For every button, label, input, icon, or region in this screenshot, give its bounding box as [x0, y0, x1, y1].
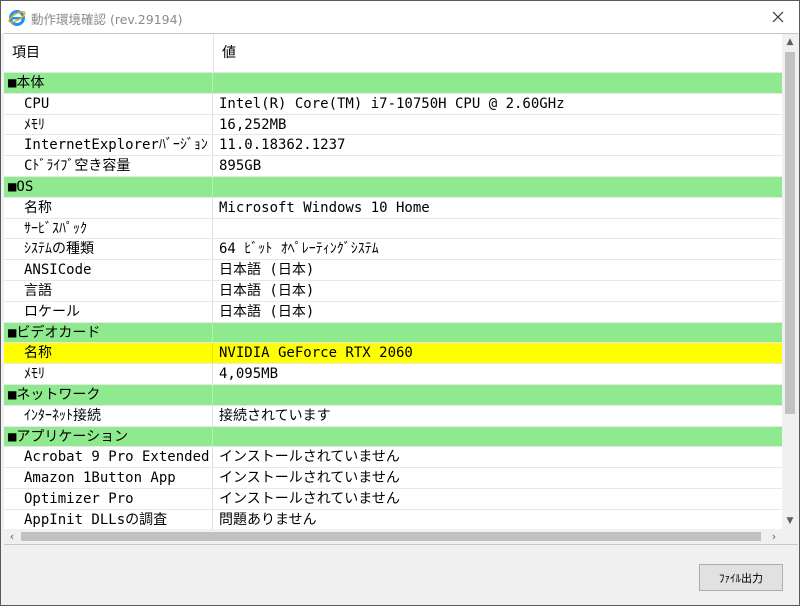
section-header-row[interactable]: ■ネットワーク — [4, 384, 782, 406]
row-item-label: ｼｽﾃﾑの種類 — [4, 239, 213, 260]
horizontal-scrollbar[interactable]: ‹ › — [4, 529, 782, 544]
row-item-value: インストールされていません — [219, 470, 400, 487]
row-item-value: インストールされていません — [219, 449, 400, 466]
row-item-label: CPU — [4, 93, 213, 114]
row-item-value — [214, 323, 782, 343]
row-item-value — [214, 177, 782, 197]
scroll-corner — [782, 529, 798, 544]
row-item-label: ｲﾝﾀｰﾈｯﾄ接続 — [4, 405, 213, 426]
close-button[interactable] — [763, 5, 793, 29]
scroll-left-arrow-icon[interactable]: ‹ — [4, 529, 20, 544]
environment-list-frame: 項目 値 ■本体 CPU Intel(R) Core(TM) i7-10750H C… — [4, 33, 798, 545]
row-item-value: 日本語 (日本) — [219, 282, 315, 299]
row-item-label: Cﾄﾞﾗｲﾌﾞ空き容量 — [4, 156, 213, 176]
table-row[interactable]: 名称 Microsoft Windows 10 Home — [4, 197, 782, 219]
section-header-row[interactable]: ■OS — [4, 176, 782, 198]
column-divider[interactable] — [213, 34, 214, 72]
table-row[interactable]: InternetExplorerﾊﾞｰｼﾞｮﾝ 11.0.18362.1237 — [4, 135, 782, 157]
table-row[interactable]: ｻｰﾋﾞｽﾊﾟｯｸ — [4, 218, 782, 240]
row-item-value: 日本語 (日本) — [219, 303, 315, 320]
vertical-scroll-thumb[interactable] — [785, 52, 795, 414]
row-item-value: 11.0.18362.1237 — [219, 137, 346, 154]
close-icon — [772, 8, 784, 27]
table-row[interactable]: 名称 NVIDIA GeForce RTX 2060 — [4, 343, 782, 365]
scroll-right-arrow-icon[interactable]: › — [766, 529, 782, 544]
table-row[interactable]: Amazon 1Button App インストールされていません — [4, 468, 782, 489]
table-row[interactable]: Acrobat 9 Pro Extended インストールされていません — [4, 447, 782, 469]
internet-explorer-icon — [8, 8, 26, 26]
table-row[interactable]: Optimizer Pro インストールされていません — [4, 488, 782, 510]
row-item-label: ロケール — [4, 301, 213, 322]
section-header-row[interactable]: ■ビデオカード — [4, 322, 782, 344]
table-row[interactable]: ﾒﾓﾘ 4,095MB — [4, 364, 782, 385]
row-item-label: ﾒﾓﾘ — [4, 114, 213, 135]
table-row[interactable]: CPU Intel(R) Core(TM) i7-10750H CPU @ 2.6… — [4, 93, 782, 115]
row-item-label: ﾒﾓﾘ — [4, 364, 213, 384]
row-item-value — [214, 219, 782, 239]
row-item-label: ■本体 — [4, 73, 213, 93]
row-item-label: ■アプリケーション — [4, 426, 213, 447]
row-item-value: 4,095MB — [219, 366, 279, 383]
row-item-label: ■ビデオカード — [4, 322, 213, 343]
table-row[interactable]: ロケール 日本語 (日本) — [4, 301, 782, 323]
row-item-label: ■OS — [4, 176, 213, 197]
title-bar[interactable]: 動作環境確認 (rev.29194) — [1, 1, 799, 33]
scroll-up-arrow-icon[interactable]: ▲ — [782, 34, 798, 50]
file-export-button[interactable]: ﾌｧｲﾙ出力 — [699, 564, 783, 591]
row-item-label: InternetExplorerﾊﾞｰｼﾞｮﾝ — [4, 135, 213, 156]
row-item-label: 名称 — [4, 343, 213, 364]
table-row[interactable]: Cﾄﾞﾗｲﾌﾞ空き容量 895GB — [4, 156, 782, 177]
row-item-label: 名称 — [4, 197, 213, 218]
horizontal-scroll-thumb[interactable] — [21, 532, 761, 541]
row-item-value — [214, 73, 782, 93]
row-item-label: 言語 — [4, 280, 213, 301]
list-header: 項目 値 — [4, 34, 782, 73]
row-item-label: Acrobat 9 Pro Extended — [4, 447, 213, 468]
row-item-label: ｻｰﾋﾞｽﾊﾟｯｸ — [4, 218, 213, 239]
row-item-label: Optimizer Pro — [4, 488, 213, 509]
row-item-value: 日本語 (日本) — [219, 262, 315, 279]
row-item-label: Amazon 1Button App — [4, 468, 213, 488]
table-row[interactable]: ｼｽﾃﾑの種類 64 ﾋﾞｯﾄ ｵﾍﾟﾚｰﾃｨﾝｸﾞｼｽﾃﾑ — [4, 239, 782, 261]
row-item-value — [214, 427, 782, 447]
row-item-value: 問題ありません — [219, 511, 317, 528]
section-header-row[interactable]: ■本体 — [4, 73, 782, 94]
app-window: 動作環境確認 (rev.29194) 項目 値 ■本体 CPU Intel(R) C… — [0, 0, 800, 606]
row-item-value: Intel(R) Core(TM) i7-10750H CPU @ 2.60GH… — [219, 95, 565, 112]
table-row[interactable]: ｲﾝﾀｰﾈｯﾄ接続 接続されています — [4, 405, 782, 427]
row-item-label: ANSICode — [4, 260, 213, 280]
row-item-value: Microsoft Windows 10 Home — [219, 199, 430, 216]
window-title: 動作環境確認 (rev.29194) — [31, 12, 183, 27]
row-item-label: AppInit DLLsの調査 — [4, 509, 213, 529]
row-item-value — [214, 385, 782, 405]
row-item-value: 895GB — [219, 158, 262, 175]
list-rows: ■本体 CPU Intel(R) Core(TM) i7-10750H CPU @ … — [4, 73, 782, 529]
row-item-value: 接続されています — [219, 407, 331, 424]
row-item-value: 16,252MB — [219, 116, 287, 133]
row-item-label: ■ネットワーク — [4, 384, 213, 405]
environment-list[interactable]: 項目 値 ■本体 CPU Intel(R) Core(TM) i7-10750H C… — [4, 34, 782, 529]
table-row[interactable]: ﾒﾓﾘ 16,252MB — [4, 114, 782, 136]
row-item-value: インストールされていません — [219, 490, 400, 507]
scroll-down-arrow-icon[interactable]: ▼ — [782, 513, 798, 529]
table-row[interactable]: ANSICode 日本語 (日本) — [4, 260, 782, 281]
column-header-item[interactable]: 項目 — [12, 34, 40, 72]
section-header-row[interactable]: ■アプリケーション — [4, 426, 782, 448]
table-row[interactable]: AppInit DLLsの調査 問題ありません — [4, 509, 782, 529]
row-item-value: 64 ﾋﾞｯﾄ ｵﾍﾟﾚｰﾃｨﾝｸﾞｼｽﾃﾑ — [219, 241, 379, 258]
table-row[interactable]: 言語 日本語 (日本) — [4, 280, 782, 302]
vertical-scrollbar[interactable]: ▲ ▼ — [782, 34, 798, 529]
column-header-value[interactable]: 値 — [222, 34, 236, 72]
row-item-value: NVIDIA GeForce RTX 2060 — [219, 345, 413, 362]
